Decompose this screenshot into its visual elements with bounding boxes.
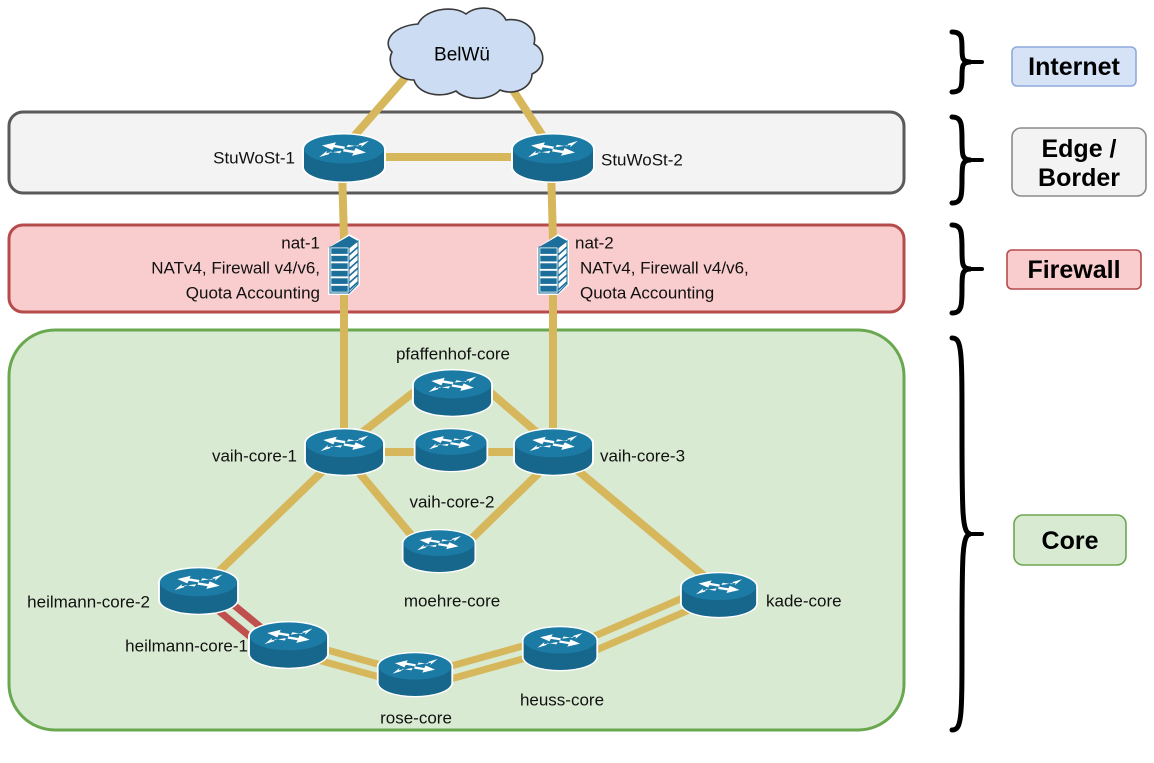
router-icon (302, 133, 386, 183)
zone-annotations (949, 29, 984, 733)
router-icon (401, 528, 477, 574)
router-icon (413, 427, 489, 473)
node-label-kade-core: kade-core (766, 592, 842, 611)
zone-label-internet-text: Internet (1028, 53, 1120, 81)
nat1-description-line1: NATv4, Firewall v4/v6, (151, 259, 320, 278)
zone-label-core: Core (1013, 514, 1127, 566)
brace-core (949, 335, 972, 733)
node-label-moehre-core: moehre-core (404, 592, 500, 611)
router-icon (248, 620, 329, 670)
router-icon (680, 571, 758, 619)
router-icon (412, 368, 493, 418)
zone-label-chips: Internet Edge / Border Firewall Core (1006, 46, 1147, 566)
cloud-label: BelWü (434, 45, 490, 66)
zone-box-firewall (7, 223, 906, 314)
zone-label-core-text: Core (1042, 527, 1099, 555)
nat2-description-line1: NATv4, Firewall v4/v6, (580, 259, 749, 278)
zone-label-firewall: Firewall (1006, 249, 1142, 290)
network-topology-diagram: BelWü StuWoSt-1 StuWoSt-2 nat-1 NATv4, F… (7, 7, 1147, 733)
node-label-heilmann-core-2: heilmann-core-2 (27, 593, 150, 612)
node-label-pfaffenhof-core: pfaffenhof-core (396, 345, 510, 364)
node-label-heilmann-core-1: heilmann-core-1 (125, 637, 248, 656)
brace-internet (949, 29, 972, 95)
node-label-stuwost2: StuWoSt-2 (601, 151, 683, 170)
router-icon (158, 566, 239, 616)
router-icon (304, 427, 385, 477)
node-label-nat1: nat-1 (281, 234, 320, 253)
router-icon (513, 427, 594, 477)
zone-label-edge-line2: Border (1038, 164, 1120, 192)
nat2-description-line2: Quota Accounting (580, 284, 714, 303)
router-icon (521, 625, 599, 672)
node-label-rose-core: rose-core (380, 709, 452, 728)
zone-label-internet: Internet (1011, 46, 1137, 87)
node-label-vaih-core-2: vaih-core-2 (409, 493, 494, 512)
router-icon (511, 133, 595, 183)
zone-label-edge: Edge / Border (1011, 127, 1147, 197)
zone-box-edge (7, 110, 906, 195)
node-label-heuss-core: heuss-core (520, 691, 604, 710)
router-icon (376, 651, 454, 698)
node-rose-core[interactable]: rose-core (376, 651, 454, 728)
node-label-stuwost1: StuWoSt-1 (213, 149, 295, 168)
node-label-nat2: nat-2 (575, 234, 614, 253)
nat1-description-line2: Quota Accounting (186, 284, 320, 303)
node-label-vaih-core-3: vaih-core-3 (600, 447, 685, 466)
internet-cloud: BelWü (387, 7, 544, 100)
zone-label-firewall-text: Firewall (1027, 256, 1120, 284)
zone-label-edge-line1: Edge / (1041, 135, 1116, 163)
node-label-vaih-core-1: vaih-core-1 (212, 447, 297, 466)
brace-firewall (949, 222, 972, 316)
brace-edge (949, 114, 972, 206)
